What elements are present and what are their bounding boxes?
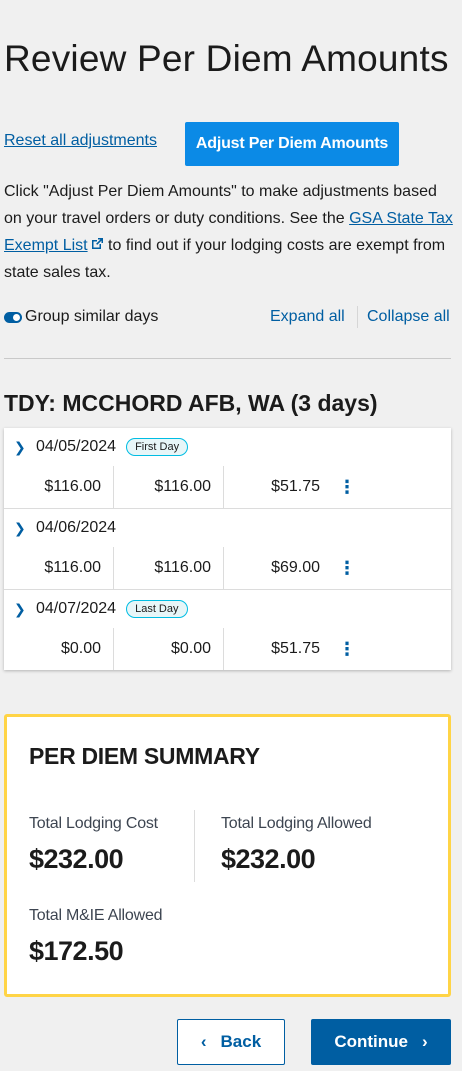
review-per-diem-page: Review Per Diem Amounts Reset all adjust… <box>0 0 462 1071</box>
day-values: $0.00 $0.00 $51.75 ⋮ <box>4 628 451 670</box>
first-day-badge: First Day <box>126 438 189 456</box>
total-lodging-allowed-label: Total Lodging Allowed <box>221 815 372 832</box>
external-link-icon <box>91 238 103 249</box>
collapse-all-link[interactable]: Collapse all <box>367 308 450 326</box>
lodging-cost-cell: $116.00 <box>4 466 114 508</box>
summary-title: PER DIEM SUMMARY <box>29 743 260 769</box>
day-header[interactable]: ❯ 04/07/2024 Last Day <box>4 590 451 628</box>
expand-all-link[interactable]: Expand all <box>270 308 345 326</box>
day-header[interactable]: ❯ 04/06/2024 <box>4 509 451 547</box>
chevron-left-icon: ‹ <box>200 1032 207 1051</box>
lodging-allowed-cell: $116.00 <box>114 466 224 508</box>
chevron-right-icon: › <box>421 1032 428 1051</box>
link-divider <box>357 306 358 328</box>
back-button[interactable]: ‹ Back <box>177 1019 285 1065</box>
mie-allowed-cell: $69.00 <box>271 559 320 576</box>
day-date: 04/05/2024 <box>36 438 117 455</box>
adjust-per-diem-button[interactable]: Adjust Per Diem Amounts <box>185 122 399 166</box>
back-button-label: Back <box>220 1032 262 1051</box>
total-lodging-allowed-value: $232.00 <box>221 844 316 874</box>
total-mie-allowed-value: $172.50 <box>29 936 124 966</box>
lodging-allowed-cell: $0.00 <box>114 628 224 670</box>
chevron-right-icon[interactable]: ❯ <box>14 601 26 618</box>
continue-button[interactable]: Continue › <box>311 1019 451 1065</box>
lodging-allowed-cell: $116.00 <box>114 547 224 589</box>
mie-allowed-cell: $51.75 <box>271 640 320 657</box>
more-options-icon[interactable]: ⋮ <box>333 547 361 589</box>
group-similar-days-label: Group similar days <box>25 308 159 325</box>
lodging-cost-cell: $116.00 <box>4 547 114 589</box>
toggle-switch-icon[interactable] <box>4 311 22 323</box>
chevron-right-icon[interactable]: ❯ <box>14 439 26 456</box>
day-values: $116.00 $116.00 $51.75 ⋮ <box>4 466 451 508</box>
intro-text: Click "Adjust Per Diem Amounts" to make … <box>4 178 456 286</box>
mie-allowed-cell: $51.75 <box>271 478 320 495</box>
per-diem-summary: PER DIEM SUMMARY Total Lodging Cost $232… <box>4 714 451 997</box>
group-similar-days-toggle[interactable]: Group similar days <box>4 308 158 326</box>
total-lodging-cost-value: $232.00 <box>29 844 124 874</box>
total-lodging-cost-label: Total Lodging Cost <box>29 815 158 832</box>
lodging-cost-cell: $0.00 <box>4 628 114 670</box>
section-divider <box>4 358 451 359</box>
day-header[interactable]: ❯ 04/05/2024 First Day <box>4 428 451 466</box>
total-mie-allowed-label: Total M&IE Allowed <box>29 907 163 924</box>
summary-divider <box>194 810 195 882</box>
more-options-icon[interactable]: ⋮ <box>333 466 361 508</box>
reset-all-adjustments-link[interactable]: Reset all adjustments <box>4 132 157 150</box>
page-title: Review Per Diem Amounts <box>4 38 449 79</box>
continue-button-label: Continue <box>334 1032 408 1051</box>
last-day-badge: Last Day <box>126 600 188 618</box>
day-date: 04/06/2024 <box>36 519 117 536</box>
tdy-heading: TDY: MCCHORD AFB, WA (3 days) <box>4 390 378 416</box>
day-row: ❯ 04/07/2024 Last Day $0.00 $0.00 $51.75… <box>4 590 451 670</box>
day-values: $116.00 $116.00 $69.00 ⋮ <box>4 547 451 589</box>
day-row: ❯ 04/06/2024 $116.00 $116.00 $69.00 ⋮ <box>4 509 451 590</box>
more-options-icon[interactable]: ⋮ <box>333 628 361 670</box>
chevron-right-icon[interactable]: ❯ <box>14 520 26 537</box>
day-date: 04/07/2024 <box>36 600 117 617</box>
day-row: ❯ 04/05/2024 First Day $116.00 $116.00 $… <box>4 428 451 509</box>
day-list: ❯ 04/05/2024 First Day $116.00 $116.00 $… <box>4 428 451 670</box>
